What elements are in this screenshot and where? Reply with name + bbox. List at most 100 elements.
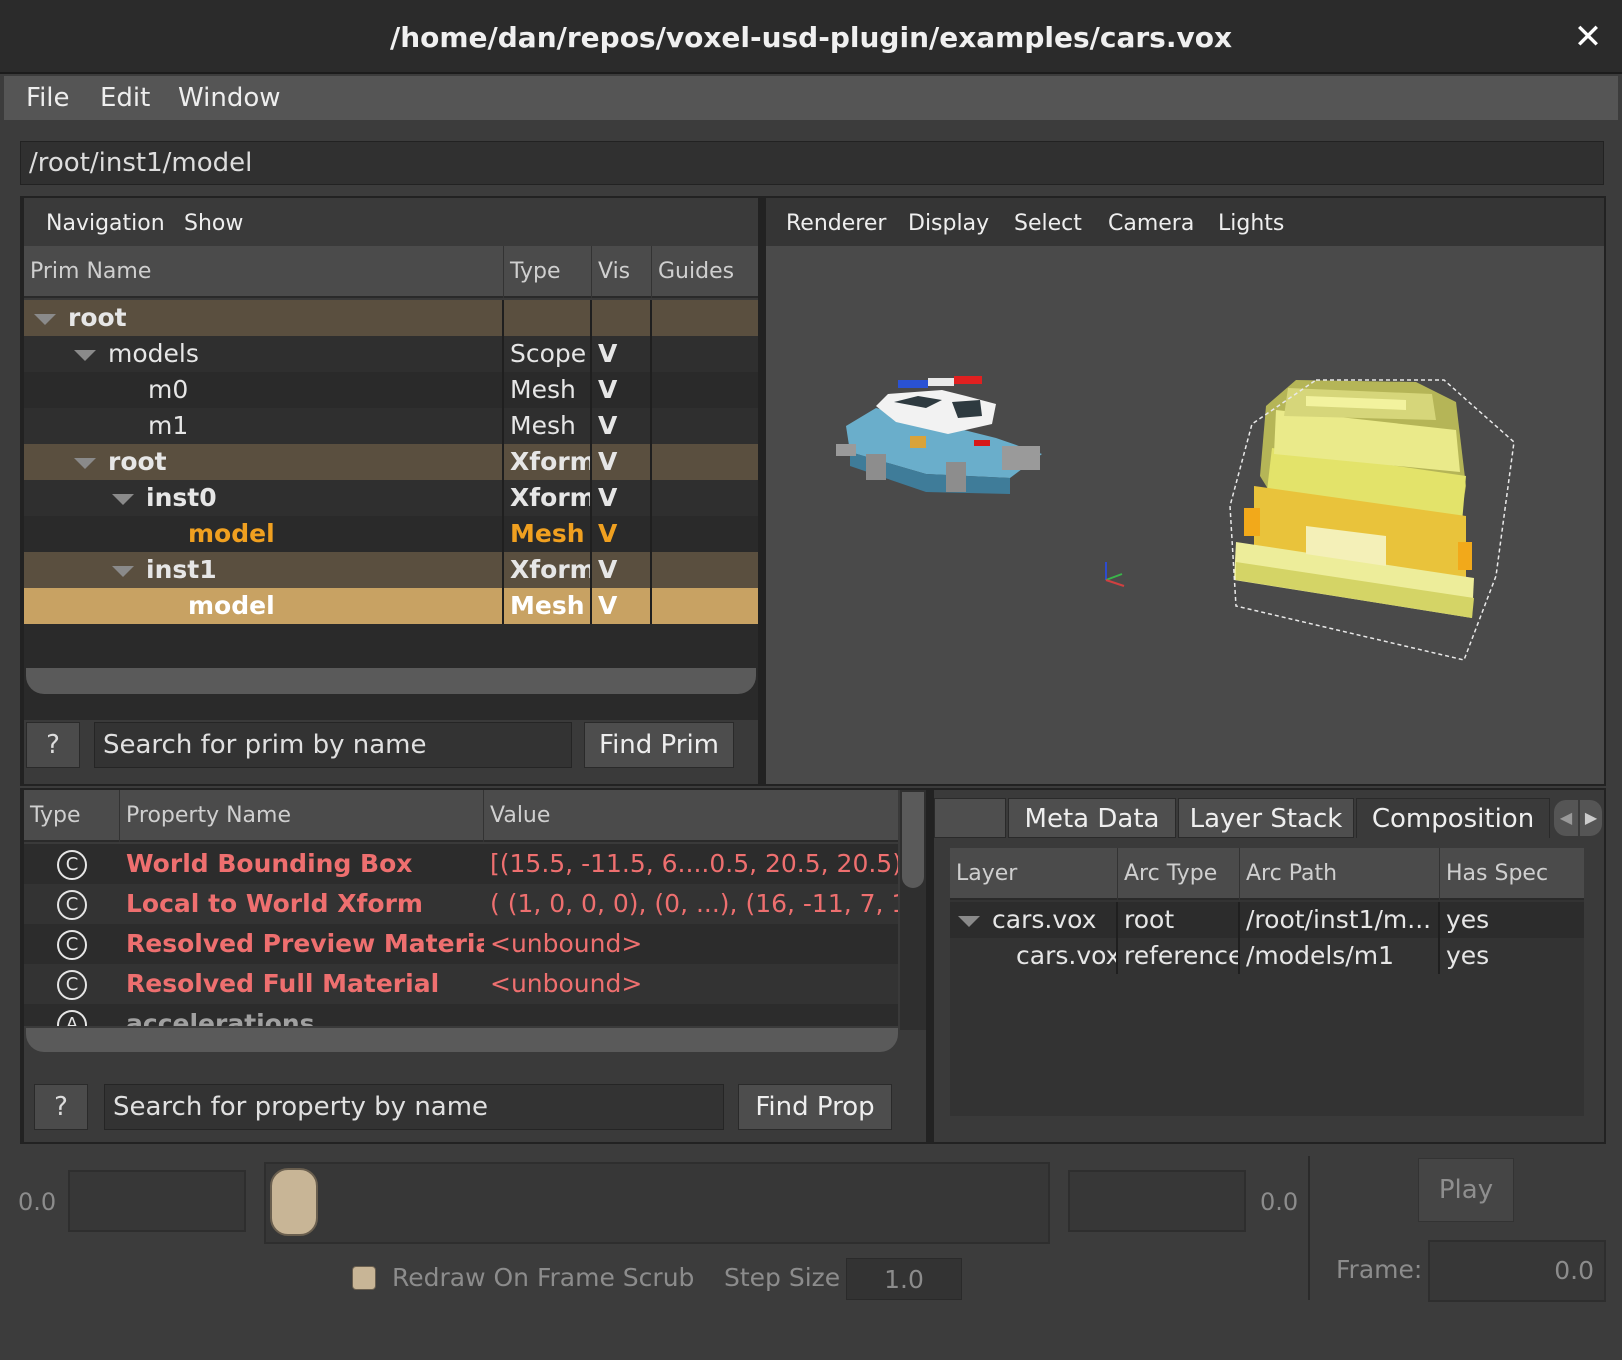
prim-type: Mesh xyxy=(504,408,592,444)
expand-triangle-icon[interactable] xyxy=(958,915,980,927)
prim-name: root xyxy=(108,447,167,476)
property-help-button[interactable]: ? xyxy=(34,1084,88,1130)
property-row[interactable]: A accelerations xyxy=(24,1004,898,1026)
col-guides[interactable]: Guides xyxy=(652,246,758,298)
frame-slider[interactable] xyxy=(264,1162,1050,1244)
property-row[interactable]: C World Bounding Box [(15.5, -11.5, 6...… xyxy=(24,844,898,884)
play-button[interactable]: Play xyxy=(1418,1158,1514,1222)
tree-row[interactable]: models Scope V xyxy=(24,336,758,372)
tab-composition[interactable]: Composition xyxy=(1356,798,1550,838)
col-arc-type[interactable]: Arc Type xyxy=(1118,848,1240,900)
tab-overflow-left[interactable] xyxy=(934,798,1006,838)
layer-name: cars.vox xyxy=(992,905,1097,934)
menu-show[interactable]: Show xyxy=(184,206,243,242)
prim-guides[interactable] xyxy=(652,372,758,408)
menu-camera[interactable]: Camera xyxy=(1108,206,1194,242)
redraw-label: Redraw On Frame Scrub xyxy=(392,1263,695,1292)
prim-vis[interactable]: V xyxy=(592,516,652,552)
prim-help-button[interactable]: ? xyxy=(26,722,80,768)
expand-triangle-icon[interactable] xyxy=(34,313,56,325)
find-prim-button[interactable]: Find Prim xyxy=(584,722,734,768)
find-prop-button[interactable]: Find Prop xyxy=(738,1084,892,1130)
tab-layer-stack[interactable]: Layer Stack xyxy=(1178,798,1354,838)
menu-edit[interactable]: Edit xyxy=(100,82,150,114)
prim-guides[interactable] xyxy=(652,408,758,444)
col-vis[interactable]: Vis xyxy=(592,246,652,298)
col-property-name[interactable]: Property Name xyxy=(120,790,484,842)
redraw-checkbox[interactable] xyxy=(352,1266,376,1290)
frame-field[interactable]: 0.0 xyxy=(1428,1240,1606,1302)
title-bar: /home/dan/repos/voxel-usd-plugin/example… xyxy=(0,0,1622,74)
menu-navigation[interactable]: Navigation xyxy=(46,206,165,242)
chevron-left-icon[interactable]: ◀ xyxy=(1554,800,1578,836)
prim-vis[interactable]: V xyxy=(592,480,652,516)
prim-guides[interactable] xyxy=(652,552,758,588)
col-prim-name[interactable]: Prim Name xyxy=(24,246,504,298)
property-row[interactable]: C Resolved Full Material <unbound> xyxy=(24,964,898,1004)
prim-guides[interactable] xyxy=(652,588,758,624)
property-row[interactable]: C Resolved Preview Material <unbound> xyxy=(24,924,898,964)
end-frame-field[interactable] xyxy=(1068,1170,1246,1232)
tab-meta-data[interactable]: Meta Data xyxy=(1008,798,1176,838)
police-car-model xyxy=(836,376,1042,494)
prim-name: m0 xyxy=(24,372,504,408)
vertical-scrollbar[interactable] xyxy=(900,790,926,1030)
tree-row[interactable]: model Mesh V xyxy=(24,516,758,552)
horizontal-scrollbar[interactable] xyxy=(26,1028,898,1052)
chevron-right-icon[interactable]: ▶ xyxy=(1580,800,1602,836)
start-frame-field[interactable] xyxy=(68,1170,246,1232)
prim-guides[interactable] xyxy=(652,516,758,552)
prim-vis[interactable]: V xyxy=(592,408,652,444)
prim-guides[interactable] xyxy=(652,480,758,516)
menu-file[interactable]: File xyxy=(26,82,70,114)
col-arc-path[interactable]: Arc Path xyxy=(1240,848,1440,900)
menu-select[interactable]: Select xyxy=(1014,206,1082,242)
col-prop-type[interactable]: Type xyxy=(24,790,120,842)
col-layer[interactable]: Layer xyxy=(950,848,1118,900)
3d-viewport[interactable]: Renderer Display Select Camera Lights xyxy=(766,198,1604,784)
tree-row-selected[interactable]: model Mesh V xyxy=(24,588,758,624)
menu-lights[interactable]: Lights xyxy=(1218,206,1284,242)
tree-row[interactable]: inst1 Xform V xyxy=(24,552,758,588)
menu-window[interactable]: Window xyxy=(178,82,281,114)
property-row[interactable]: C Local to World Xform ( (1, 0, 0, 0), (… xyxy=(24,884,898,924)
computed-property-icon: C xyxy=(57,930,87,960)
property-name: accelerations xyxy=(126,1009,315,1026)
prim-vis[interactable]: V xyxy=(592,444,652,480)
tree-row[interactable]: inst0 Xform V xyxy=(24,480,758,516)
menu-display[interactable]: Display xyxy=(908,206,989,242)
prim-search-input[interactable]: Search for prim by name xyxy=(94,722,572,768)
composition-row[interactable]: cars.vox root /root/inst1/m... yes xyxy=(950,902,1584,938)
expand-triangle-icon[interactable] xyxy=(74,457,96,469)
frame-slider-thumb[interactable] xyxy=(270,1168,318,1236)
prim-guides[interactable] xyxy=(652,300,758,336)
prim-guides[interactable] xyxy=(652,444,758,480)
window-title: /home/dan/repos/voxel-usd-plugin/example… xyxy=(389,21,1233,54)
expand-triangle-icon[interactable] xyxy=(74,349,96,361)
col-value[interactable]: Value xyxy=(484,790,898,842)
scrollbar-thumb[interactable] xyxy=(902,792,924,888)
prim-vis[interactable]: V xyxy=(592,588,652,624)
prim-vis[interactable] xyxy=(592,300,652,336)
tree-row[interactable]: root xyxy=(24,300,758,336)
col-type[interactable]: Type xyxy=(504,246,592,298)
tree-row[interactable]: root Xform V xyxy=(24,444,758,480)
viewport-scene[interactable] xyxy=(766,246,1604,784)
property-search-input[interactable]: Search for property by name xyxy=(104,1084,724,1130)
composition-row[interactable]: cars.vox reference /models/m1 yes xyxy=(950,938,1584,974)
prim-vis[interactable]: V xyxy=(592,372,652,408)
prim-guides[interactable] xyxy=(652,336,758,372)
close-icon[interactable]: ✕ xyxy=(1568,18,1608,58)
prim-vis[interactable]: V xyxy=(592,336,652,372)
tree-row[interactable]: m1 Mesh V xyxy=(24,408,758,444)
prim-path-field[interactable]: /root/inst1/model xyxy=(20,141,1604,185)
horizontal-scrollbar[interactable] xyxy=(26,668,756,694)
menu-renderer[interactable]: Renderer xyxy=(786,206,886,242)
computed-property-icon: C xyxy=(57,850,87,880)
step-size-field[interactable]: 1.0 xyxy=(846,1258,962,1300)
col-has-spec[interactable]: Has Spec xyxy=(1440,848,1584,900)
expand-triangle-icon[interactable] xyxy=(112,565,134,577)
tree-row[interactable]: m0 Mesh V xyxy=(24,372,758,408)
prim-vis[interactable]: V xyxy=(592,552,652,588)
expand-triangle-icon[interactable] xyxy=(112,493,134,505)
